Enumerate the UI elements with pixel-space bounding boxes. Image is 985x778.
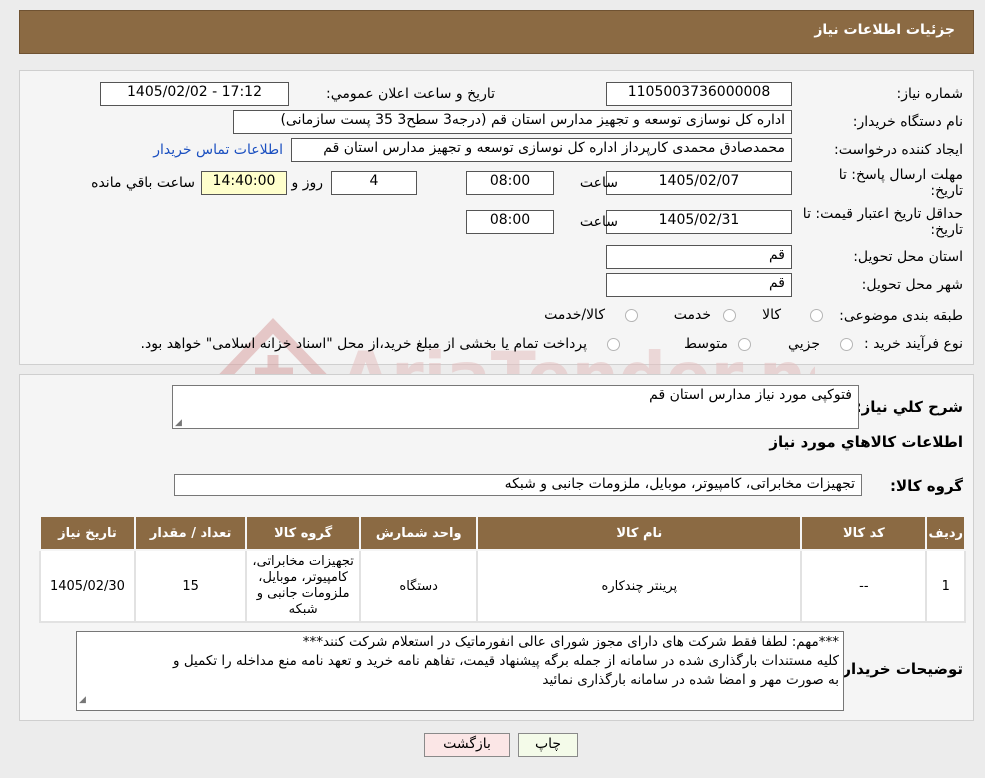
cell-item-name: پرینتر چندکاره: [476, 549, 803, 623]
need-number-field[interactable]: 1105003736000008: [606, 82, 792, 106]
cell-unit: دستگاه: [358, 549, 479, 623]
goods-table: ردیف کد کالا نام کالا واحد شمارش گروه کا…: [39, 515, 966, 623]
deadline-days-field[interactable]: 4: [331, 171, 417, 195]
buyer-label: نام دستگاه خریدار:: [852, 114, 963, 130]
summary-label: شرح کلي نیاز:: [855, 398, 963, 416]
purchase-note: پرداخت تمام یا بخشی از مبلغ خرید،از محل …: [140, 336, 587, 352]
category-option-service: خدمت: [673, 307, 711, 323]
buyer-notes-line: ***مهم: لطفا فقط شرکت های دارای مجوز شور…: [302, 634, 839, 650]
goods-group-label: گروه کالا:: [890, 477, 963, 495]
col-header-goods-group: گروه کالا: [245, 515, 361, 551]
col-header-item-name: نام کالا: [476, 515, 803, 551]
buyer-notes-line: کلیه مستندات بارگذاری شده در سامانه از ج…: [173, 653, 839, 669]
category-label: طبقه بندی موضوعی:: [839, 308, 963, 324]
category-option-goods-service: کالا/خدمت: [544, 307, 605, 323]
validity-label: حداقل تاریخ اعتبار قیمت: تا تاریخ:: [802, 206, 963, 238]
category-option-goods: کالا: [762, 307, 781, 323]
validity-time-field[interactable]: 08:00: [466, 210, 554, 234]
goods-group-field[interactable]: تجهیزات مخابراتی، کامپیوتر، موبایل، ملزو…: [174, 474, 862, 496]
province-field[interactable]: قم: [606, 245, 792, 269]
goods-table-header-row: ردیف کد کالا نام کالا واحد شمارش گروه کا…: [39, 515, 966, 551]
col-header-item-code: کد کالا: [800, 515, 928, 551]
summary-field[interactable]: فتوکپی مورد نیاز مدارس استان قم ◢: [172, 385, 859, 429]
col-header-quantity: تعداد / مقدار: [133, 515, 248, 551]
purchase-radio-treasury[interactable]: [607, 338, 620, 351]
purchase-option-minor: جزيي: [788, 336, 820, 352]
resize-handle-icon[interactable]: ◢: [175, 418, 182, 428]
details-panel: شرح کلي نیاز: فتوکپی مورد نیاز مدارس است…: [19, 374, 974, 721]
deadline-time-label: ساعت: [579, 175, 618, 191]
col-header-row-number: ردیف: [925, 515, 966, 551]
deadline-label: مهلت ارسال پاسخ: تا تاریخ:: [838, 167, 963, 199]
validity-date-field[interactable]: 1405/02/31: [606, 210, 792, 234]
page-title-bar: جزئیات اطلاعات نیاز: [19, 10, 974, 54]
col-header-unit: واحد شمارش: [358, 515, 479, 551]
cell-need-date: 1405/02/30: [39, 549, 136, 623]
need-number-label: شماره نیاز:: [896, 86, 964, 102]
province-label: استان محل تحویل:: [853, 249, 963, 265]
deadline-days-label: روز و: [291, 175, 324, 191]
purchase-radio-minor[interactable]: [840, 338, 853, 351]
announce-datetime-label: تاریخ و ساعت اعلان عمومي:: [326, 86, 495, 102]
category-radio-goods[interactable]: [810, 309, 823, 322]
col-header-need-date: تاریخ نیاز: [39, 515, 136, 551]
deadline-time-field[interactable]: 08:00: [466, 171, 554, 195]
validity-time-label: ساعت: [579, 214, 618, 230]
cell-row-number: 1: [925, 549, 966, 623]
buyer-contact-link[interactable]: اطلاعات تماس خریدار: [153, 142, 283, 158]
creator-field[interactable]: محمدصادق محمدی کارپرداز اداره کل نوسازی …: [291, 138, 792, 162]
buyer-notes-field[interactable]: ***مهم: لطفا فقط شرکت های دارای مجوز شور…: [76, 631, 844, 711]
table-row: 1 -- پرینتر چندکاره دستگاه تجهیزات مخابر…: [39, 549, 966, 623]
purchase-type-label: نوع فرآیند خرید :: [864, 336, 963, 352]
page-title: جزئیات اطلاعات نیاز: [814, 22, 955, 38]
resize-handle-icon[interactable]: ◢: [79, 691, 86, 710]
category-radio-goods-service[interactable]: [625, 309, 638, 322]
buyer-notes-label: توضیحات خریدار:: [836, 660, 963, 678]
back-button[interactable]: بازگشت: [424, 733, 510, 757]
deadline-remaining-label: ساعت باقي مانده: [91, 175, 195, 191]
goods-section-title: اطلاعات کالاهاي مورد نیاز: [769, 433, 963, 451]
cell-goods-group: تجهیزات مخابراتی، کامپیوتر، موبایل، ملزو…: [245, 549, 361, 623]
city-field[interactable]: قم: [606, 273, 792, 297]
deadline-date-field[interactable]: 1405/02/07: [606, 171, 792, 195]
buyer-notes-line: به صورت مهر و امضا شده در سامانه بارگذار…: [542, 672, 839, 688]
city-label: شهر محل تحویل:: [861, 277, 963, 293]
purchase-radio-medium[interactable]: [738, 338, 751, 351]
category-radio-service[interactable]: [723, 309, 736, 322]
cell-quantity: 15: [133, 549, 248, 623]
deadline-remaining-field[interactable]: 14:40:00: [201, 171, 287, 195]
creator-label: ایجاد کننده درخواست:: [834, 142, 963, 158]
need-info-panel: AriaTender.neT شماره نیاز: 1105003736000…: [19, 70, 974, 434]
buyer-field[interactable]: اداره کل نوسازی توسعه و تجهیز مدارس استا…: [233, 110, 792, 134]
print-button[interactable]: چاپ: [518, 733, 578, 757]
summary-text: فتوکپی مورد نیاز مدارس استان قم: [649, 387, 852, 403]
cell-item-code: --: [800, 549, 928, 623]
announce-datetime-field[interactable]: 1405/02/02 - 17:12: [100, 82, 289, 106]
purchase-option-medium: متوسط: [684, 336, 728, 352]
